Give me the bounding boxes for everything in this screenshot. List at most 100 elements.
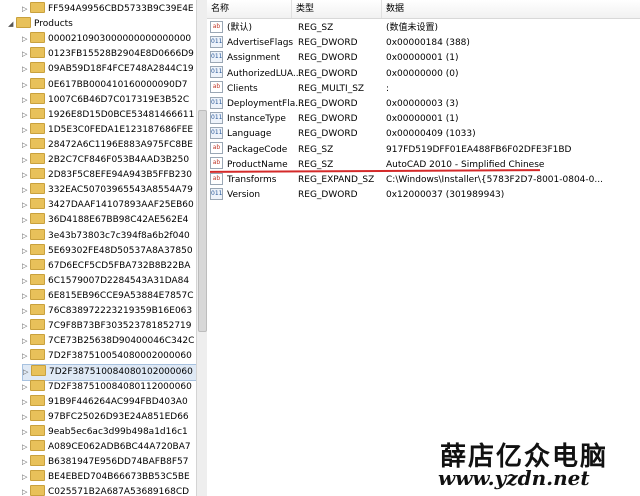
tree-item[interactable]: ▷ 3e43b73803c7c394f8a6b2f040 (22, 228, 196, 244)
tree-item[interactable]: ▷ 09AB59D18F4FCE748A2844C19 (22, 62, 196, 77)
tree-item-label: B6381947E956DD74BAFB8F57 (48, 457, 189, 467)
expand-triangle-icon[interactable]: ▷ (22, 183, 30, 198)
value-row[interactable]: ab Clients REG_MULTI_SZ: (207, 81, 640, 97)
scrollbar-thumb[interactable] (198, 110, 207, 332)
tree-item[interactable]: ▷ 6E815EB96CCE9A53884E7857C (22, 288, 196, 304)
tree-item[interactable]: ▷ 1007C6B46D7C017319E3B52C (22, 92, 196, 108)
expand-triangle-icon[interactable]: ▷ (22, 32, 30, 47)
tree-item[interactable]: ▷ 28472A6C1196E883A975FC8BE (22, 137, 196, 153)
tree-item[interactable]: ▷ 0E617BB000410160000090D7 (22, 77, 196, 93)
tree-item[interactable]: ▷ FF594A9956CBD5733B9C39E4E (22, 2, 196, 17)
expand-triangle-icon[interactable]: ▷ (22, 319, 30, 334)
tree-item[interactable]: ▷ 332EAC50703965543A8554A79 (22, 183, 196, 198)
string-value-icon: ab (210, 157, 223, 170)
expand-triangle-icon[interactable]: ▷ (22, 47, 30, 62)
value-row[interactable]: 011 Version REG_DWORD 0x12000037 (301989943… (207, 187, 640, 203)
tree-item[interactable]: ▷ A089CE062ADB6BC44A720BA7 (22, 439, 196, 455)
expand-triangle-icon[interactable]: ▷ (22, 485, 30, 496)
tree-item[interactable]: ▷ 2B2C7CF846F053B4AAD3B250 (22, 153, 196, 168)
value-row[interactable]: 011 AuthorizedLUA... REG_DWORD 0x00000000 (… (207, 66, 640, 82)
expand-triangle-icon[interactable]: ▷ (22, 274, 30, 289)
column-header-data[interactable]: 数据 (382, 0, 636, 18)
string-value-icon: ab (210, 172, 223, 185)
tree-item[interactable]: ▷ 2D83F5C8EFE94A943B5FFB230 (22, 168, 196, 183)
expand-triangle-icon[interactable]: ▷ (22, 138, 30, 153)
tree-item[interactable]: ▷ 97BFC25026D93E24A851ED66 (22, 409, 196, 425)
registry-key-tree[interactable]: ▷ FF594A9956CBD5733B9C39E4E ◢ Products ▷ 0000… (0, 0, 197, 496)
tree-item-label: 3427DAAF14107893AAF25EB60 (48, 200, 194, 211)
expand-triangle-icon[interactable]: ▷ (22, 259, 30, 274)
expand-triangle-icon[interactable]: ▷ (22, 229, 30, 244)
value-data: 0x00000001 (1) (386, 53, 459, 64)
tree-item[interactable]: ▷ 6C1579007D2284543A31DA84 (22, 273, 196, 289)
value-type: REG_DWORD (298, 129, 358, 140)
value-row[interactable]: ab Transforms REG_EXPAND_SZ C:\Windows\Inst… (207, 172, 640, 188)
tree-item-label: 1926E8D15D0BCE53481466611 (48, 109, 195, 120)
value-row[interactable]: 011 AdvertiseFlags REG_DWORD 0x00000184 (38… (207, 35, 640, 51)
expand-triangle-icon[interactable]: ▷ (22, 62, 30, 77)
expand-triangle-icon[interactable]: ▷ (22, 213, 30, 228)
tree-item[interactable]: ▷ C025571B2A687A53689168CD (22, 485, 196, 496)
folder-icon (30, 107, 45, 119)
value-row[interactable]: ab (默认) REG_SZ (数值未设置) (207, 20, 640, 36)
expand-triangle-icon[interactable]: ▷ (22, 123, 30, 138)
expand-triangle-icon[interactable]: ▷ (22, 153, 30, 168)
expand-triangle-icon[interactable]: ▷ (22, 78, 30, 93)
expand-triangle-icon[interactable]: ▷ (22, 395, 30, 410)
value-row[interactable]: 011 DeploymentFla... REG_DWORD 0x00000003 (… (207, 96, 640, 112)
tree-item[interactable]: ▷ 3427DAAF14107893AAF25EB60 (22, 198, 196, 213)
expand-triangle-icon[interactable]: ▷ (22, 410, 30, 425)
tree-item[interactable]: ▷ B6381947E956DD74BAFB8F57 (22, 455, 196, 470)
tree-item[interactable]: ▷ 7D2F387510084080112000060 (22, 379, 196, 395)
value-row[interactable]: ab PackageCode REG_SZ 917FD519DFF01EA488FB6… (207, 142, 640, 158)
value-name: InstanceType (227, 114, 286, 125)
tree-item[interactable]: ▷ 91B9F446264AC994FBD403A0 (22, 394, 196, 410)
tree-item[interactable]: ▷ 36D4188E67BB98C42AE562E4 (22, 213, 196, 228)
expand-triangle-icon[interactable]: ▷ (22, 2, 30, 17)
value-name: Transforms (227, 175, 277, 185)
tree-item-label: 28472A6C1196E883A975FC8BE (48, 139, 193, 150)
tree-item[interactable]: ▷ 1926E8D15D0BCE53481466611 (22, 107, 196, 123)
expand-triangle-icon[interactable]: ▷ (22, 304, 30, 319)
tree-item[interactable]: ▷ 1D5E3C0FEDA1E123187686FEE (22, 122, 196, 138)
tree-item[interactable]: ▷ 0000210903000000000000000 (22, 32, 196, 47)
expand-triangle-icon[interactable]: ▷ (23, 365, 31, 380)
expand-triangle-icon[interactable]: ▷ (22, 93, 30, 108)
expand-triangle-icon[interactable]: ▷ (22, 289, 30, 304)
tree-item[interactable]: ◢ Products (8, 17, 196, 32)
column-header-name[interactable]: 名称 (207, 0, 292, 18)
folder-icon (30, 198, 45, 210)
tree-item[interactable]: ▷ BE4EBED704B66673BB53C5BE (22, 470, 196, 485)
expand-triangle-icon[interactable]: ▷ (22, 168, 30, 183)
tree-item[interactable]: ▷ 76C838972223219359B16E063 (22, 304, 196, 319)
expand-triangle-icon[interactable]: ▷ (22, 349, 30, 364)
value-row[interactable]: 011 Language REG_DWORD 0x00000409 (1033) (207, 126, 640, 142)
value-name-cell: 011 Version (210, 187, 260, 203)
folder-icon (30, 2, 45, 13)
expand-triangle-icon[interactable]: ▷ (22, 108, 30, 123)
tree-item[interactable]: ▷ 7CE73B25638D90400046C342C (22, 334, 196, 349)
value-row[interactable]: 011 InstanceType REG_DWORD 0x00000001 (1) (207, 111, 640, 127)
tree-item[interactable]: ▷ 7D2F387510054080002000060 (22, 349, 196, 364)
value-row[interactable]: 011 Assignment REG_DWORD 0x00000001 (1) (207, 50, 640, 66)
expand-triangle-icon[interactable]: ▷ (22, 380, 30, 395)
tree-item[interactable]: ▷ 9eab5ec6ac3d99b498a1d16c1 (22, 424, 196, 440)
tree-item-label: 0123FB15528B2904E8D0666D9 (48, 49, 194, 60)
expand-triangle-icon[interactable]: ▷ (22, 198, 30, 213)
expand-triangle-icon[interactable]: ▷ (22, 455, 30, 470)
expand-triangle-icon[interactable]: ▷ (22, 470, 30, 485)
expand-triangle-icon[interactable]: ▷ (22, 440, 30, 455)
value-type: REG_DWORD (298, 38, 358, 49)
value-name: Assignment (227, 53, 280, 64)
tree-item[interactable]: ▷ 5E69302FE48D50537A8A37850 (22, 243, 196, 259)
value-name: (默认) (227, 23, 253, 33)
expand-triangle-icon[interactable]: ▷ (22, 425, 30, 440)
collapse-triangle-icon[interactable]: ◢ (8, 17, 16, 32)
column-header-type[interactable]: 类型 (292, 0, 382, 18)
expand-triangle-icon[interactable]: ▷ (22, 334, 30, 349)
expand-triangle-icon[interactable]: ▷ (22, 244, 30, 259)
binary-value-icon: 011 (210, 66, 223, 79)
tree-item[interactable]: ▷ 67D6ECF5CD5FBA732B8B22BA (22, 258, 196, 274)
tree-item[interactable]: ▷ 0123FB15528B2904E8D0666D9 (22, 47, 196, 62)
tree-item[interactable]: ▷ 7C9F8B73BF303523781852719 (22, 319, 196, 334)
